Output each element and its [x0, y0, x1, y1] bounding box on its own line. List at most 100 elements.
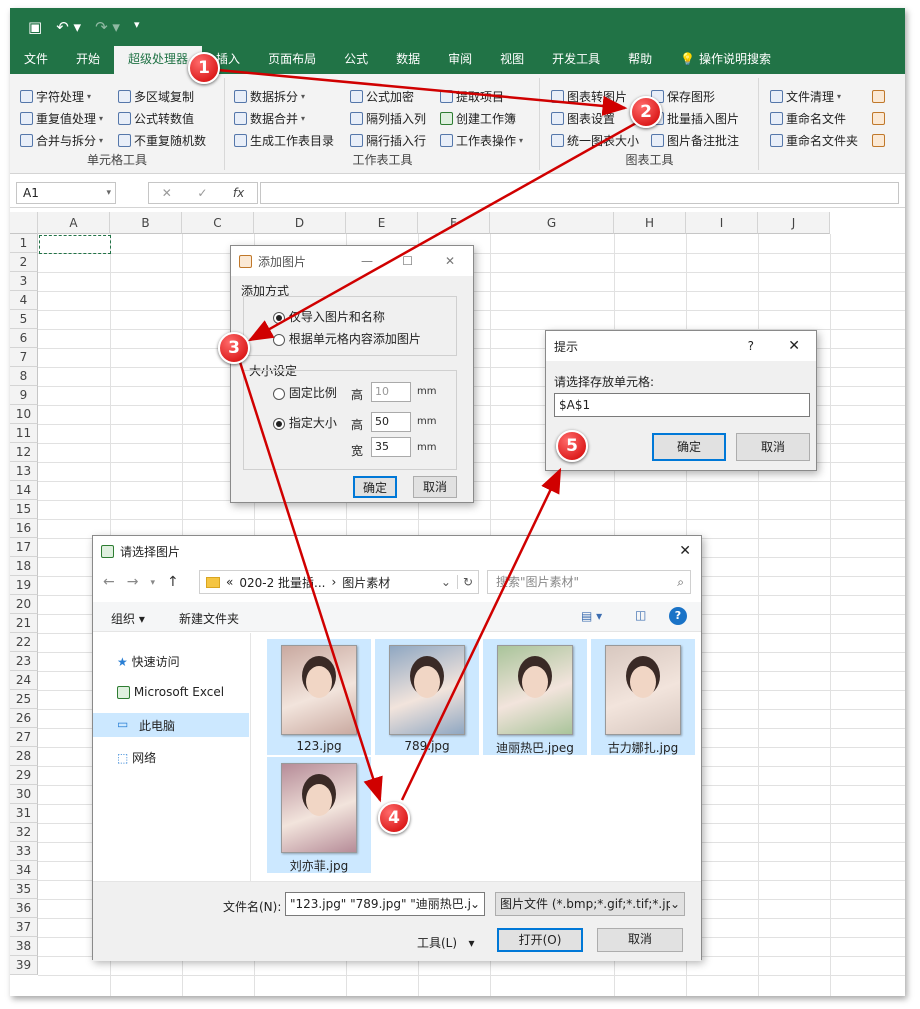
save-icon[interactable]: ▣: [28, 18, 42, 36]
column-header-I[interactable]: I: [686, 212, 758, 234]
more-button[interactable]: [872, 86, 885, 106]
chart-settings-button[interactable]: 图表设置: [551, 108, 615, 128]
row-header-12[interactable]: 12: [10, 443, 38, 462]
ok-button[interactable]: 确定: [652, 433, 726, 461]
row-header-35[interactable]: 35: [10, 880, 38, 899]
create-workbook-button[interactable]: 创建工作簿: [440, 108, 516, 128]
file-item[interactable]: 789.jpg: [375, 639, 479, 755]
close-icon[interactable]: ✕: [445, 254, 455, 268]
rename-file-button[interactable]: 重命名文件: [770, 108, 846, 128]
breadcrumb-1[interactable]: 020-2 批量插...: [239, 574, 325, 591]
back-icon[interactable]: ←: [103, 574, 115, 592]
radio-by-content[interactable]: 根据单元格内容添加图片: [273, 330, 421, 347]
row-header-11[interactable]: 11: [10, 424, 38, 443]
row-header-36[interactable]: 36: [10, 899, 38, 918]
tab-file[interactable]: 文件: [10, 46, 62, 74]
random-number-button[interactable]: 不重复随机数: [118, 130, 206, 150]
row-header-14[interactable]: 14: [10, 481, 38, 500]
tell-me[interactable]: 💡 操作说明搜索: [666, 46, 785, 74]
file-item[interactable]: 123.jpg: [267, 639, 371, 755]
tab-review[interactable]: 审阅: [434, 46, 486, 74]
row-header-20[interactable]: 20: [10, 595, 38, 614]
row-header-38[interactable]: 38: [10, 937, 38, 956]
multi-copy-button[interactable]: 多区域复制: [118, 86, 194, 106]
filetype-select[interactable]: 图片文件 (*.bmp;*.gif;*.tif;*.jpg ⌄: [495, 892, 685, 916]
row-header-39[interactable]: 39: [10, 956, 38, 975]
rename-folder-button[interactable]: 重命名文件夹: [770, 130, 858, 150]
column-header-J[interactable]: J: [758, 212, 830, 234]
data-merge-button[interactable]: 数据合并 ▾: [234, 108, 305, 128]
maximize-icon[interactable]: ☐: [402, 254, 413, 268]
row-header-2[interactable]: 2: [10, 253, 38, 272]
row-header-5[interactable]: 5: [10, 310, 38, 329]
duplicate-process-button[interactable]: 重复值处理 ▾: [20, 108, 103, 128]
row-header-21[interactable]: 21: [10, 614, 38, 633]
file-clean-button[interactable]: 文件清理 ▾: [770, 86, 841, 106]
row-header-1[interactable]: 1: [10, 234, 38, 253]
tab-help[interactable]: 帮助: [614, 46, 666, 74]
selected-cell-a1[interactable]: [39, 235, 111, 254]
tab-page-layout[interactable]: 页面布局: [254, 46, 330, 74]
row-header-24[interactable]: 24: [10, 671, 38, 690]
new-folder-button[interactable]: 新建文件夹: [179, 610, 239, 627]
tab-developer[interactable]: 开发工具: [538, 46, 614, 74]
select-all[interactable]: [10, 212, 38, 234]
merge-split-button[interactable]: 合并与拆分 ▾: [20, 130, 103, 150]
row-header-19[interactable]: 19: [10, 576, 38, 595]
row-header-28[interactable]: 28: [10, 747, 38, 766]
row-header-16[interactable]: 16: [10, 519, 38, 538]
column-header-B[interactable]: B: [110, 212, 182, 234]
row-header-37[interactable]: 37: [10, 918, 38, 937]
row-header-25[interactable]: 25: [10, 690, 38, 709]
cancel-button[interactable]: 取消: [597, 928, 683, 952]
tab-view[interactable]: 视图: [486, 46, 538, 74]
minimize-icon[interactable]: —: [361, 254, 373, 268]
unify-chart-size-button[interactable]: 统一图表大小: [551, 130, 639, 150]
more-button[interactable]: [872, 130, 885, 150]
fixed-height-spinner[interactable]: 10: [371, 382, 411, 402]
column-header-A[interactable]: A: [38, 212, 110, 234]
redo-icon[interactable]: ↷ ▾: [95, 18, 120, 36]
nav-this-pc[interactable]: ▭ 此电脑: [93, 713, 249, 737]
row-header-3[interactable]: 3: [10, 272, 38, 291]
nav-network[interactable]: ⬚ 网络: [117, 749, 156, 766]
row-header-26[interactable]: 26: [10, 709, 38, 728]
radio-specified[interactable]: 指定大小: [273, 414, 337, 431]
dropdown-icon[interactable]: ▾: [150, 574, 155, 592]
nav-excel[interactable]: Microsoft Excel: [117, 685, 224, 699]
char-process-button[interactable]: 字符处理 ▾: [20, 86, 91, 106]
file-item[interactable]: 迪丽热巴.jpeg: [483, 639, 587, 755]
column-header-E[interactable]: E: [346, 212, 418, 234]
row-header-15[interactable]: 15: [10, 500, 38, 519]
insert-column-button[interactable]: 隔列插入列: [350, 108, 426, 128]
help-icon[interactable]: ?: [748, 339, 754, 353]
row-header-17[interactable]: 17: [10, 538, 38, 557]
cancel-button[interactable]: 取消: [736, 433, 810, 461]
close-icon[interactable]: ✕: [679, 543, 691, 559]
cancel-button[interactable]: 取消: [413, 476, 457, 498]
data-split-button[interactable]: 数据拆分 ▾: [234, 86, 305, 106]
tab-formulas[interactable]: 公式: [330, 46, 382, 74]
forward-icon[interactable]: →: [127, 574, 139, 592]
nav-quick-access[interactable]: ★ 快速访问: [117, 653, 180, 670]
row-header-6[interactable]: 6: [10, 329, 38, 348]
column-header-F[interactable]: F: [418, 212, 490, 234]
view-icon[interactable]: ▤ ▾: [581, 609, 602, 623]
name-box[interactable]: A1 ▾: [16, 182, 116, 204]
radio-fixed[interactable]: 固定比例: [273, 384, 337, 401]
column-header-G[interactable]: G: [490, 212, 614, 234]
insert-row-button[interactable]: 隔行插入行: [350, 130, 426, 150]
extract-items-button[interactable]: 提取项目: [440, 86, 504, 106]
close-icon[interactable]: ✕: [788, 338, 800, 354]
file-item[interactable]: 刘亦菲.jpg: [267, 757, 371, 873]
tab-data[interactable]: 数据: [382, 46, 434, 74]
width-spinner[interactable]: 35: [371, 437, 411, 457]
radio-import-only[interactable]: 仅导入图片和名称: [273, 308, 385, 325]
cancel-icon[interactable]: ✕: [162, 186, 172, 200]
row-header-10[interactable]: 10: [10, 405, 38, 424]
row-header-8[interactable]: 8: [10, 367, 38, 386]
column-header-C[interactable]: C: [182, 212, 254, 234]
customize-icon[interactable]: ▾: [134, 18, 140, 36]
row-header-18[interactable]: 18: [10, 557, 38, 576]
cell-input[interactable]: $A$1: [554, 393, 810, 417]
